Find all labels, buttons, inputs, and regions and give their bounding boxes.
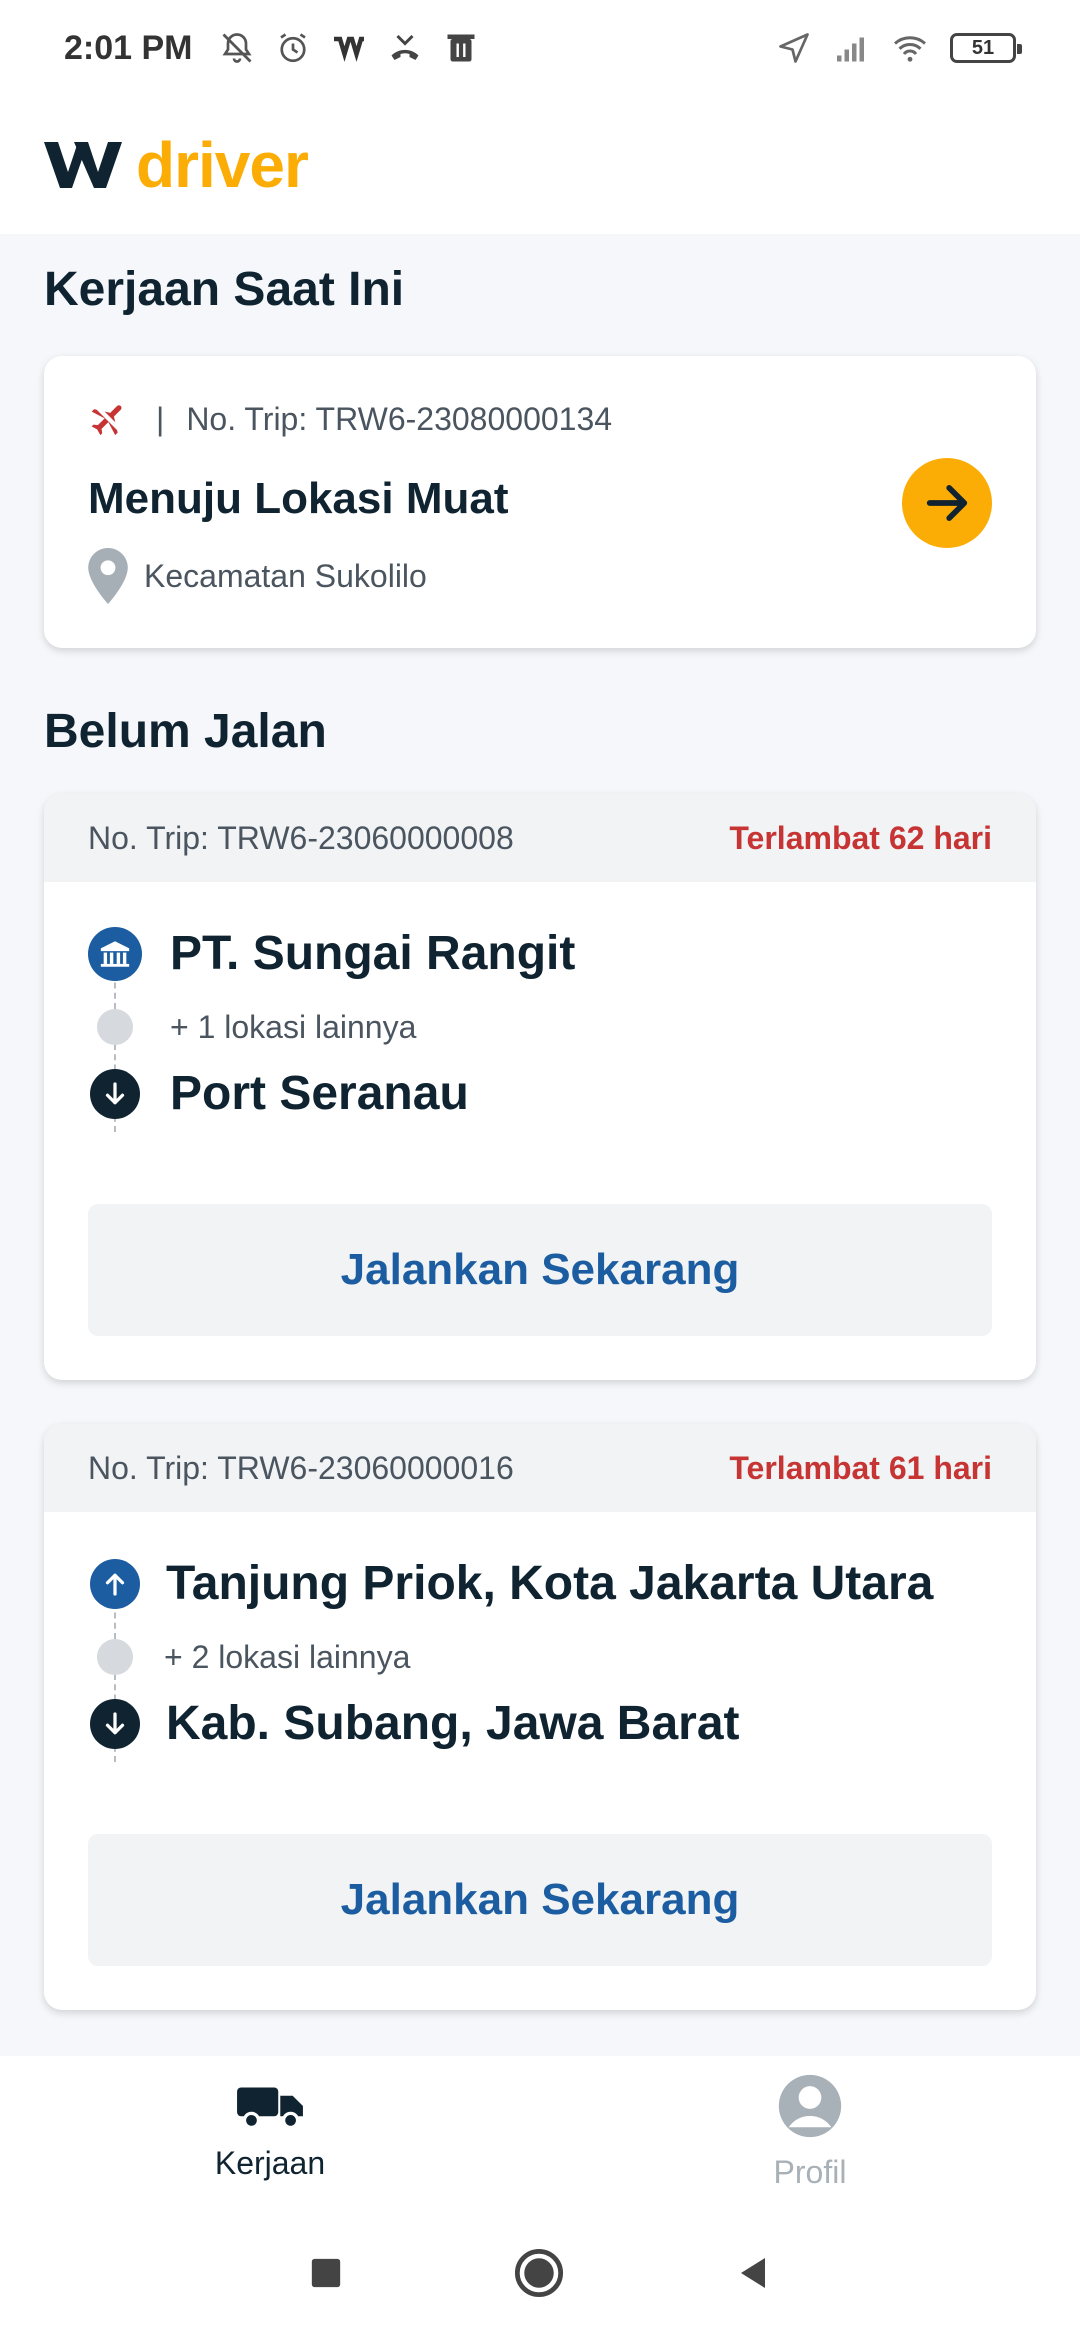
current-section-title: Kerjaan Saat Ini xyxy=(44,263,405,316)
separator: | xyxy=(156,400,165,437)
system-nav-bar xyxy=(0,2206,1080,2340)
signal-icon xyxy=(837,37,864,62)
current-trip-number: No. Trip: TRW6-23080000134 xyxy=(186,400,613,437)
location-icon xyxy=(779,33,809,63)
current-trip-row: | No. Trip: TRW6-23080000134 xyxy=(88,398,612,440)
start-trip-button[interactable]: Jalankan Sekarang xyxy=(88,1834,992,1966)
profile-icon xyxy=(778,2074,842,2137)
route-origin: PT. Sungai Rangit xyxy=(88,926,575,981)
battery-icon: 51 xyxy=(950,33,1022,63)
origin-name: PT. Sungai Rangit xyxy=(170,927,576,980)
truck-icon xyxy=(237,2086,303,2129)
trip-route: PT. Sungai Rangit + 1 lokasi lainnya Por… xyxy=(44,882,1036,1202)
recents-icon[interactable] xyxy=(309,2256,343,2290)
trip-route: Tanjung Priok, Kota Jakarta Utara + 2 lo… xyxy=(44,1512,1036,1832)
nav-label: Profil xyxy=(773,2153,847,2190)
nav-label: Kerjaan xyxy=(214,2144,326,2181)
route-mid-dot xyxy=(88,1000,142,1054)
open-trip-button[interactable] xyxy=(902,458,992,548)
route-more: + 2 lokasi lainnya xyxy=(88,1630,410,1684)
arrow-right-icon xyxy=(926,485,968,521)
trip-number: No. Trip: TRW6-23060000008 xyxy=(88,819,514,856)
status-icons-right: 51 xyxy=(776,30,1022,66)
trip-number: No. Trip: TRW6-23060000016 xyxy=(88,1449,514,1486)
logo-mark-icon xyxy=(44,142,122,188)
warehouse-icon xyxy=(88,926,142,981)
app-header: driver xyxy=(0,96,1080,234)
current-trip-status: Menuju Lokasi Muat xyxy=(88,474,509,523)
trip-card-header: No. Trip: TRW6-23060000016 Terlambat 61 … xyxy=(44,1424,1036,1512)
route-destination: Kab. Subang, Jawa Barat xyxy=(88,1696,740,1751)
origin-name: Tanjung Priok, Kota Jakarta Utara xyxy=(166,1557,934,1610)
alarm-icon xyxy=(279,33,306,63)
trip-card[interactable]: No. Trip: TRW6-23060000016 Terlambat 61 … xyxy=(44,1424,1036,2010)
late-badge: Terlambat 61 hari xyxy=(729,1449,992,1486)
plane-off-icon xyxy=(91,401,127,437)
status-icons-left xyxy=(219,30,479,66)
missed-call-icon xyxy=(391,34,418,60)
trip-card[interactable]: No. Trip: TRW6-23060000008 Terlambat 62 … xyxy=(44,794,1036,1380)
nav-item-profil[interactable]: Profil xyxy=(540,2056,1080,2206)
trip-card-header: No. Trip: TRW6-23060000008 Terlambat 62 … xyxy=(44,794,1036,882)
trash-icon xyxy=(447,34,474,62)
location-pin-icon xyxy=(88,548,128,604)
current-location-text: Kecamatan Sukolilo xyxy=(144,557,427,594)
status-bar: 2:01 PM 51 xyxy=(0,0,1080,96)
status-time: 2:01 PM xyxy=(64,28,193,67)
app-w-icon xyxy=(333,36,364,62)
late-badge: Terlambat 62 hari xyxy=(729,819,992,856)
more-locations: + 2 lokasi lainnya xyxy=(164,1638,411,1675)
wifi-icon xyxy=(894,36,926,62)
route-destination: Port Seranau xyxy=(88,1066,469,1121)
current-trip-location: Kecamatan Sukolilo xyxy=(88,548,427,604)
back-icon[interactable] xyxy=(735,2253,771,2293)
route-more: + 1 lokasi lainnya xyxy=(88,1000,416,1054)
home-icon[interactable] xyxy=(513,2247,565,2299)
nav-item-kerjaan[interactable]: Kerjaan xyxy=(0,2056,540,2206)
arrow-down-icon xyxy=(90,1698,140,1749)
bottom-nav: Kerjaan Profil xyxy=(0,2056,1080,2206)
route-mid-dot xyxy=(88,1630,142,1684)
destination-name: Kab. Subang, Jawa Barat xyxy=(166,1697,740,1750)
logo-text: driver xyxy=(136,129,309,201)
pending-section-title: Belum Jalan xyxy=(44,705,327,758)
current-trip-card[interactable]: | No. Trip: TRW6-23080000134 Menuju Loka… xyxy=(44,356,1036,648)
arrow-down-icon xyxy=(90,1068,140,1119)
arrow-up-icon xyxy=(90,1558,140,1609)
app-logo: driver xyxy=(44,129,309,201)
bell-muted-icon xyxy=(221,33,252,63)
destination-name: Port Seranau xyxy=(170,1067,469,1120)
route-origin: Tanjung Priok, Kota Jakarta Utara xyxy=(88,1556,933,1611)
start-trip-button[interactable]: Jalankan Sekarang xyxy=(88,1204,992,1336)
more-locations: + 1 lokasi lainnya xyxy=(170,1008,417,1045)
